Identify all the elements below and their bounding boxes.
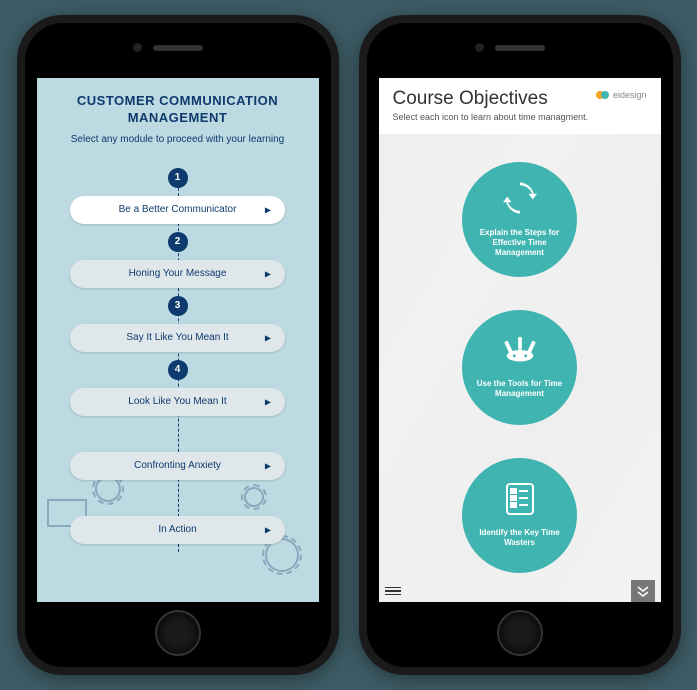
module-button[interactable]: In Action ▶ <box>70 516 285 544</box>
module-button[interactable]: Honing Your Message ▶ <box>70 260 285 288</box>
brand-logo: eidesign <box>596 90 647 100</box>
step-number: 1 <box>168 168 188 188</box>
step-number: 2 <box>168 232 188 252</box>
phone-speaker <box>495 45 545 51</box>
objective-circle[interactable]: Use the Tools for Time Management <box>462 310 577 425</box>
home-button[interactable] <box>497 610 543 656</box>
play-icon: ▶ <box>265 333 271 342</box>
module-button[interactable]: Be a Better Communicator ▶ <box>70 196 285 224</box>
page-title: Course Objectives <box>393 88 596 110</box>
module-button[interactable]: Say It Like You Mean It ▶ <box>70 324 285 352</box>
objective-circle[interactable]: Explain the Steps for Effective Time Man… <box>462 162 577 277</box>
objective-circle[interactable]: Identify the Key Time Wasters <box>462 458 577 573</box>
phone-camera <box>133 43 142 52</box>
play-icon: ▶ <box>265 525 271 534</box>
play-icon: ▶ <box>265 461 271 470</box>
module-label: In Action <box>158 524 196 535</box>
module-list: 1 Be a Better Communicator ▶ 2 Honing Yo… <box>55 168 301 552</box>
page-subtitle: Select any module to proceed with your l… <box>71 133 284 146</box>
phone-speaker <box>153 45 203 51</box>
play-icon: ▶ <box>265 269 271 278</box>
module-label: Look Like You Mean It <box>128 396 226 407</box>
menu-icon[interactable] <box>385 587 401 596</box>
objective-label: Identify the Key Time Wasters <box>472 528 567 549</box>
phone-mockup-right: Course Objectives Select each icon to le… <box>359 15 681 675</box>
phone-frame: CUSTOMER COMMUNICATION MANAGEMENT Select… <box>25 23 331 667</box>
page-title: CUSTOMER COMMUNICATION MANAGEMENT <box>55 93 301 127</box>
phone-frame: Course Objectives Select each icon to le… <box>367 23 673 667</box>
phone-mockup-left: CUSTOMER COMMUNICATION MANAGEMENT Select… <box>17 15 339 675</box>
screen-customer-communication: CUSTOMER COMMUNICATION MANAGEMENT Select… <box>37 78 319 602</box>
module-label: Honing Your Message <box>129 268 227 279</box>
home-button[interactable] <box>155 610 201 656</box>
objective-label: Use the Tools for Time Management <box>472 379 567 400</box>
brand-name: eidesign <box>613 90 647 100</box>
module-label: Say It Like You Mean It <box>126 332 228 343</box>
bottom-bar <box>379 580 661 602</box>
checklist-icon <box>506 483 534 520</box>
play-icon: ▶ <box>265 397 271 406</box>
objective-label: Explain the Steps for Effective Time Man… <box>472 228 567 259</box>
module-button[interactable]: Confronting Anxiety ▶ <box>70 452 285 480</box>
play-icon: ▶ <box>265 205 271 214</box>
tools-icon <box>501 336 539 371</box>
objectives-body: Explain the Steps for Effective Time Man… <box>379 134 661 602</box>
header: Course Objectives Select each icon to le… <box>379 78 661 134</box>
scroll-down-button[interactable] <box>631 580 655 602</box>
logo-dot-icon <box>601 91 609 99</box>
step-number: 3 <box>168 296 188 316</box>
screen-course-objectives: Course Objectives Select each icon to le… <box>379 78 661 602</box>
page-subtitle: Select each icon to learn about time man… <box>393 112 596 124</box>
phone-camera <box>475 43 484 52</box>
module-label: Be a Better Communicator <box>119 204 237 215</box>
cycle-icon <box>503 181 537 220</box>
step-number: 4 <box>168 360 188 380</box>
module-label: Confronting Anxiety <box>134 460 221 471</box>
module-button[interactable]: Look Like You Mean It ▶ <box>70 388 285 416</box>
